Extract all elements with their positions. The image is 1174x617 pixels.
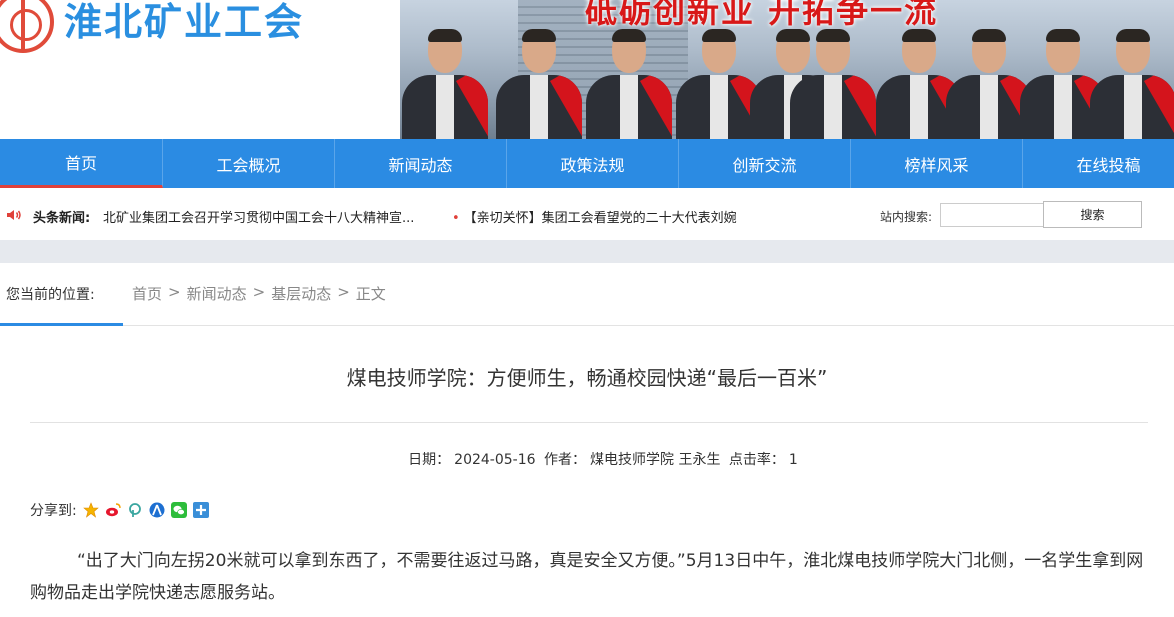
header-banner: 砥砺创新业 开拓争一流 [400,0,1174,139]
nav-item-home[interactable]: 首页 [0,139,163,188]
click-count: 1 [788,452,798,468]
nav-item-news[interactable]: 新闻动态 [335,139,507,188]
author-label: 作者： [544,452,586,468]
breadcrumb-separator: > [337,283,350,301]
renren-icon[interactable] [148,502,165,518]
banner-person [790,29,876,139]
pengyou-icon[interactable] [126,502,143,518]
site-logo[interactable]: 淮北矿业工会 [0,0,305,53]
nav-item-about[interactable]: 工会概况 [163,139,335,188]
date-label: 日期： [408,452,451,468]
share-bar: 分享到: [30,500,209,520]
search-input[interactable] [940,203,1044,227]
banner-slogan: 砥砺创新业 开拓争一流 [585,0,939,30]
title-divider [30,422,1148,423]
nav-item-policy[interactable]: 政策法规 [507,139,679,188]
banner-person [496,29,582,139]
divider-strip [0,240,1174,263]
breadcrumb-item-news[interactable]: 新闻动态 [187,283,247,304]
nav-item-role-models[interactable]: 榜样风采 [851,139,1023,188]
site-header: 淮北矿业工会 砥砺创新业 开拓争一流 [0,0,1174,139]
weibo-icon[interactable] [104,502,121,518]
breadcrumb: 您当前的位置: 首页 > 新闻动态 > 基层动态 > 正文 [0,263,1174,326]
site-title: 淮北矿业工会 [64,0,305,44]
search-button[interactable]: 搜索 [1043,201,1142,228]
bullet-dot: • [452,211,460,226]
article-title: 煤电技师学院：方便师生，畅通校园快递“最后一百米” [346,366,828,390]
breadcrumb-underline [0,323,123,326]
nav-item-innovation[interactable]: 创新交流 [679,139,851,188]
clicks-label: 点击率： [728,452,785,468]
breadcrumb-separator: > [168,283,181,301]
more-share-icon[interactable] [192,502,209,518]
headline-link-2[interactable]: • 【亲切关怀】集团工会看望党的二十大代表刘婉 [452,207,762,226]
qzone-icon[interactable] [82,502,99,518]
headline-bar: 头条新闻: 北矿业集团工会召开学习贯彻中国工会十八大精神宣... • 【亲切关怀】… [0,188,1174,240]
breadcrumb-separator: > [252,283,266,301]
breadcrumb-trail: 首页 > 新闻动态 > 基层动态 > 正文 [132,283,386,304]
banner-person [586,29,672,139]
speaker-icon [7,210,21,220]
breadcrumb-item-grassroots[interactable]: 基层动态 [271,283,331,304]
breadcrumb-item-home[interactable]: 首页 [132,283,162,304]
article-meta: 日期： 2024-05-16 作者： 煤电技师学院 王永生 点击率： 1 [0,449,1174,469]
banner-person [402,29,488,139]
wechat-icon[interactable] [170,502,187,518]
headline-link-2-text[interactable]: 【亲切关怀】集团工会看望党的二十大代表刘婉 [464,211,737,226]
main-nav: 首页 工会概况 新闻动态 政策法规 创新交流 榜样风采 在线投稿 [0,139,1174,188]
banner-person [1090,29,1174,139]
headline-link-1[interactable]: 北矿业集团工会召开学习贯彻中国工会十八大精神宣... [103,207,433,226]
breadcrumb-label: 您当前的位置: [6,287,95,303]
breadcrumb-item-current: 正文 [355,285,386,303]
share-label: 分享到: [30,503,77,519]
search-label: 站内搜索: [880,210,933,224]
article-date: 2024-05-16 [454,452,536,468]
article-paragraph: “出了大门向左拐20米就可以拿到东西了，不需要往返过马路，真是安全又方便。”5月… [30,551,1144,603]
article-author: 煤电技师学院 王永生 [590,452,721,468]
union-emblem-icon [0,0,54,53]
headline-label: 头条新闻: [33,211,91,226]
nav-item-submit[interactable]: 在线投稿 [1023,139,1174,188]
